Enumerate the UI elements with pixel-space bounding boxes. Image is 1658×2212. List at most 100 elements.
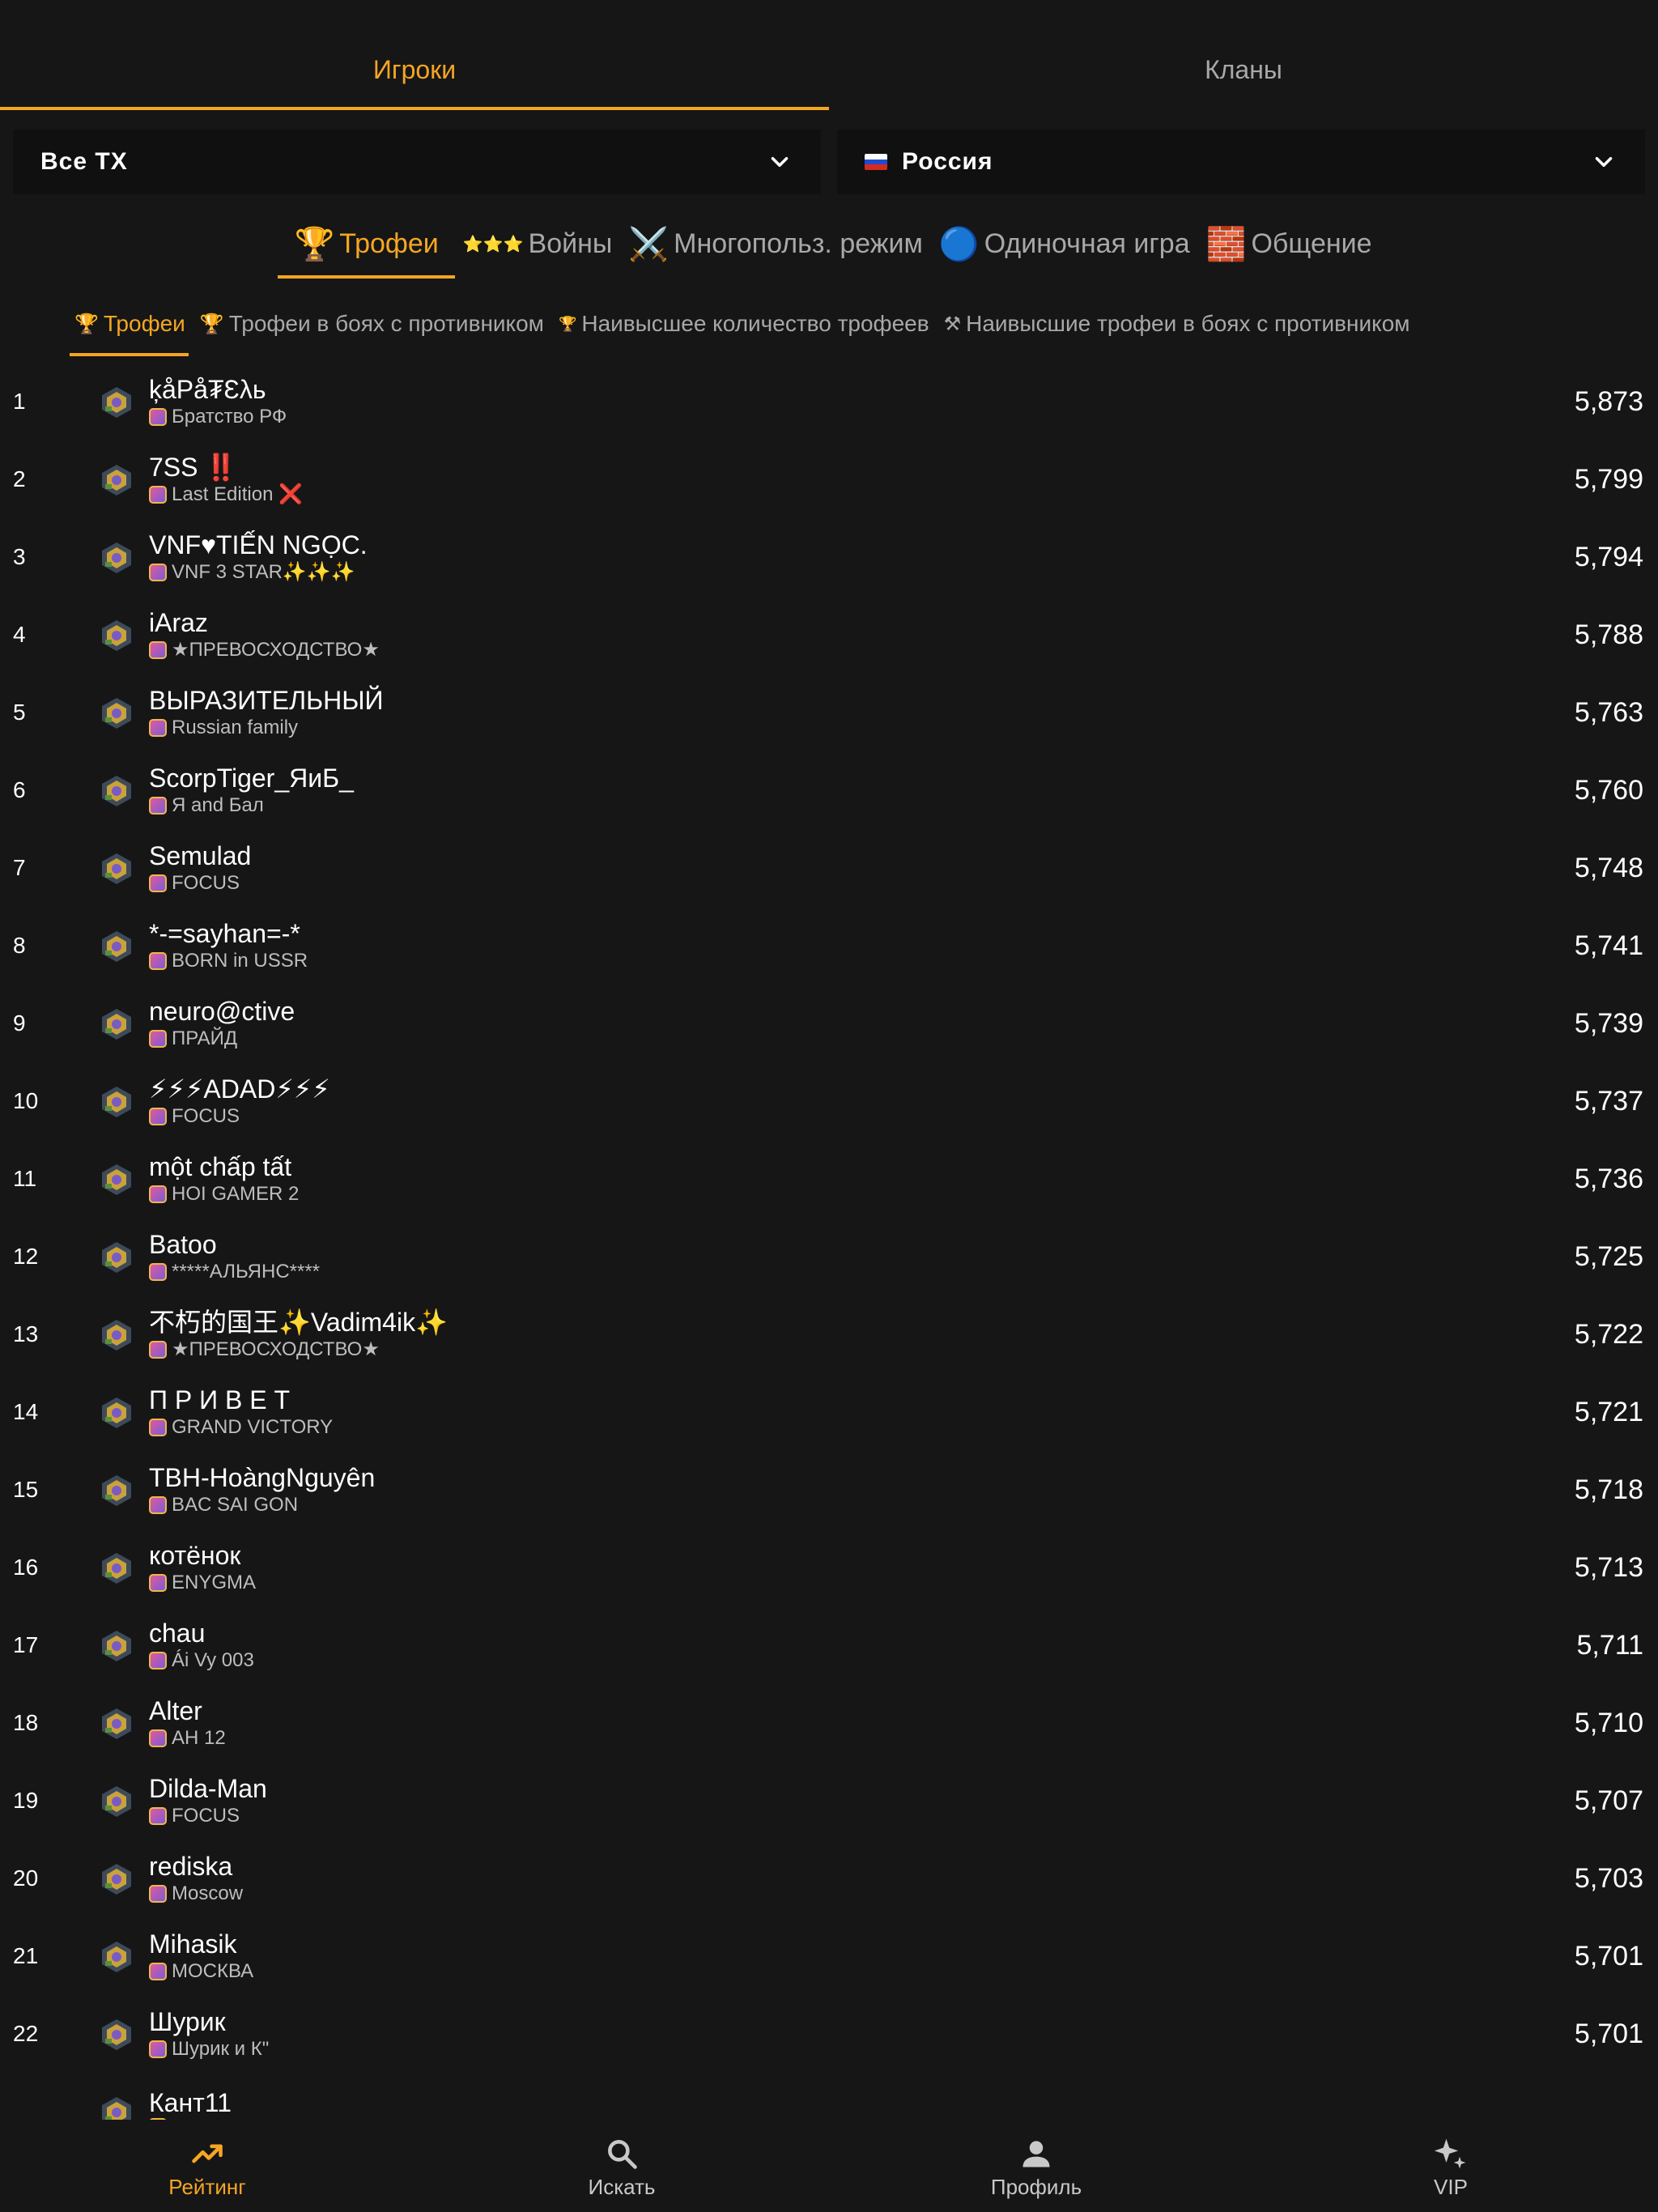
player-clan: Russian family <box>149 716 384 740</box>
player-row[interactable]: 4 iAraz ★ПРЕВОСХОДСТВО★ 5,788 <box>0 596 1658 674</box>
nav-search[interactable]: Искать <box>414 2123 829 2212</box>
player-row[interactable]: 8 *-=sayhan=-* BORN in USSR 5,741 <box>0 907 1658 985</box>
player-row[interactable]: 13 不朽的国王✨Vadim4ik✨ ★ПРЕВОСХОДСТВО★ 5,722 <box>0 1295 1658 1373</box>
clan-badge-icon <box>149 719 167 737</box>
player-name: котёнок <box>149 1541 241 1570</box>
player-name: neuro@ctive <box>149 997 295 1026</box>
town-hall-avatar-icon <box>102 1708 131 1739</box>
social-icon: 🧱 <box>1205 226 1247 262</box>
player-trophies: 5,710 <box>1574 1707 1643 1738</box>
player-row[interactable]: 21 Mihasik МОСКВА 5,701 <box>0 1917 1658 1995</box>
category-tab-wars[interactable]: ⭐⭐⭐ Войны <box>455 209 621 279</box>
town-hall-avatar-icon <box>102 698 131 729</box>
category-tab-multiplayer[interactable]: ⚔️ Многопольз. режим <box>620 209 931 279</box>
player-rank: 10 <box>13 1088 39 1113</box>
player-row[interactable]: 22 Шурик Шурик и К" 5,701 <box>0 1995 1658 2073</box>
player-trophies: 5,725 <box>1574 1240 1643 1272</box>
player-clan: Ái Vy 003 <box>149 1648 254 1673</box>
player-name: một chấp tất <box>149 1152 292 1181</box>
trending-up-icon <box>192 2144 223 2163</box>
sub-tab-versus-trophies[interactable]: 🏆 Трофеи в боях с противником <box>200 291 544 356</box>
player-name: chau <box>149 1619 206 1648</box>
blue-badge-icon: 🔵 <box>938 226 980 262</box>
player-clan-name: BORN in USSR <box>172 950 308 972</box>
player-clan: ENYGMA <box>149 1571 256 1595</box>
player-row[interactable]: 5 ВЫРАЗИТЕЛЬНЫЙ Russian family 5,763 <box>0 674 1658 751</box>
player-trophies: 5,739 <box>1574 1007 1643 1039</box>
player-row[interactable]: 15 TBH-HoàngNguyên BAC SAI GON 5,718 <box>0 1451 1658 1529</box>
trophy-icon: 🏆 <box>558 315 577 332</box>
player-trophies: 5,701 <box>1574 1940 1643 1972</box>
nav-profile[interactable]: Профиль <box>829 2123 1244 2212</box>
player-name: Dilda-Man <box>149 1774 267 1803</box>
trophy-icon: 🏆 <box>199 313 224 335</box>
nav-rating-label: Рейтинг <box>168 2174 246 2199</box>
category-tab-single-player[interactable]: 🔵 Одиночная игра <box>931 209 1198 279</box>
player-row[interactable]: 1 ķåPå₮Ɛλь Братство РФ 5,873 <box>0 363 1658 440</box>
nav-vip-label: VIP <box>1434 2174 1468 2199</box>
tab-players[interactable]: Игроки <box>0 0 829 110</box>
sub-tab-best-trophies[interactable]: 🏆 Наивысшее количество трофеев <box>559 291 929 356</box>
player-row[interactable]: 7 Semulad FOCUS 5,748 <box>0 829 1658 907</box>
clan-badge-icon <box>149 2118 167 2120</box>
player-clan: *****АЛЬЯНС**** <box>149 1260 320 1284</box>
player-clan-name: FOCUS <box>172 872 240 894</box>
player-trophies: 5,713 <box>1574 1551 1643 1583</box>
player-name: 7SS ‼️ <box>149 453 238 482</box>
clan-badge-icon <box>149 1963 167 1980</box>
player-row[interactable]: 6 ScorpTiger_ЯиБ_ Я and Бал 5,760 <box>0 751 1658 829</box>
player-clan: Last Edition ❌ <box>149 483 303 507</box>
town-hall-avatar-icon <box>102 1553 131 1584</box>
player-clan: AH 12 <box>149 1726 226 1750</box>
player-row[interactable]: 12 Batoo *****АЛЬЯНС**** 5,725 <box>0 1218 1658 1295</box>
player-rank: 9 <box>13 1010 26 1036</box>
clan-badge-icon <box>149 1496 167 1514</box>
player-row[interactable]: 16 котёнок ENYGMA 5,713 <box>0 1529 1658 1606</box>
player-clan-name: HOI GAMER 2 <box>172 1183 300 1205</box>
category-tabs: 🏆 Трофеи ⭐⭐⭐ Войны ⚔️ Многопольз. режим … <box>0 209 1658 280</box>
player-rank: 5 <box>13 700 26 725</box>
player-trophies: 5,721 <box>1574 1396 1643 1427</box>
town-hall-avatar-icon <box>102 2097 131 2120</box>
town-hall-dropdown[interactable]: Все ТХ <box>13 130 821 194</box>
player-row[interactable]: 17 chau Ái Vy 003 5,711 <box>0 1606 1658 1684</box>
player-clan-name: МОСКВА <box>172 1960 254 1982</box>
category-tab-social[interactable]: 🧱 Общение <box>1198 209 1380 279</box>
player-clan <box>149 2118 232 2120</box>
player-row[interactable]: 2 7SS ‼️ Last Edition ❌ 5,799 <box>0 440 1658 518</box>
chevron-down-icon <box>1595 156 1613 168</box>
clan-badge-icon <box>149 952 167 970</box>
clan-badge-icon <box>149 641 167 659</box>
player-name: ⚡⚡⚡ADAD⚡⚡⚡ <box>149 1074 330 1104</box>
player-row[interactable]: 11 một chấp tất HOI GAMER 2 5,736 <box>0 1140 1658 1218</box>
sub-tab-best-versus-trophies[interactable]: ⚒ Наивысшие трофеи в боях с противником <box>944 291 1410 356</box>
player-clan-name: FOCUS <box>172 1805 240 1827</box>
clan-badge-icon <box>149 1108 167 1125</box>
player-row[interactable]: Кант11 <box>0 2073 1658 2120</box>
player-row[interactable]: 18 Alter AH 12 5,710 <box>0 1684 1658 1762</box>
country-dropdown[interactable]: Россия <box>837 130 1645 194</box>
nav-vip[interactable]: VIP <box>1244 2123 1658 2212</box>
nav-rating[interactable]: Рейтинг <box>0 2123 414 2212</box>
category-tab-trophies[interactable]: 🏆 Трофеи <box>278 209 456 279</box>
player-row[interactable]: 19 Dilda-Man FOCUS 5,707 <box>0 1762 1658 1840</box>
player-row[interactable]: 10 ⚡⚡⚡ADAD⚡⚡⚡ FOCUS 5,737 <box>0 1062 1658 1140</box>
player-names: Dilda-Man FOCUS <box>149 1773 267 1828</box>
player-rank: 8 <box>13 933 26 958</box>
clan-badge-icon <box>149 1885 167 1903</box>
town-hall-avatar-icon <box>102 542 131 573</box>
town-hall-avatar-icon <box>102 1242 131 1273</box>
tab-clans[interactable]: Кланы <box>829 0 1658 110</box>
sub-tab-trophies[interactable]: 🏆 Трофеи <box>70 291 189 356</box>
player-row[interactable]: 14 П Р И В Е Т GRAND VICTORY 5,721 <box>0 1373 1658 1451</box>
player-row[interactable]: 3 VNF♥TIẾN NGỌC. VNF 3 STAR✨✨✨ 5,794 <box>0 518 1658 596</box>
town-hall-avatar-icon <box>102 1786 131 1817</box>
player-row[interactable]: 9 neuro@ctive ПРАЙД 5,739 <box>0 985 1658 1062</box>
town-hall-avatar-icon <box>102 1631 131 1661</box>
sub-tab-label: Трофеи <box>103 311 185 336</box>
player-trophies: 5,741 <box>1574 929 1643 961</box>
player-list: 1 ķåPå₮Ɛλь Братство РФ 5,873 2 7SS ‼️ La… <box>0 363 1658 2120</box>
player-row[interactable]: 20 rediska Moscow 5,703 <box>0 1840 1658 1917</box>
clan-badge-icon <box>149 1419 167 1436</box>
player-rank: 4 <box>13 622 26 647</box>
